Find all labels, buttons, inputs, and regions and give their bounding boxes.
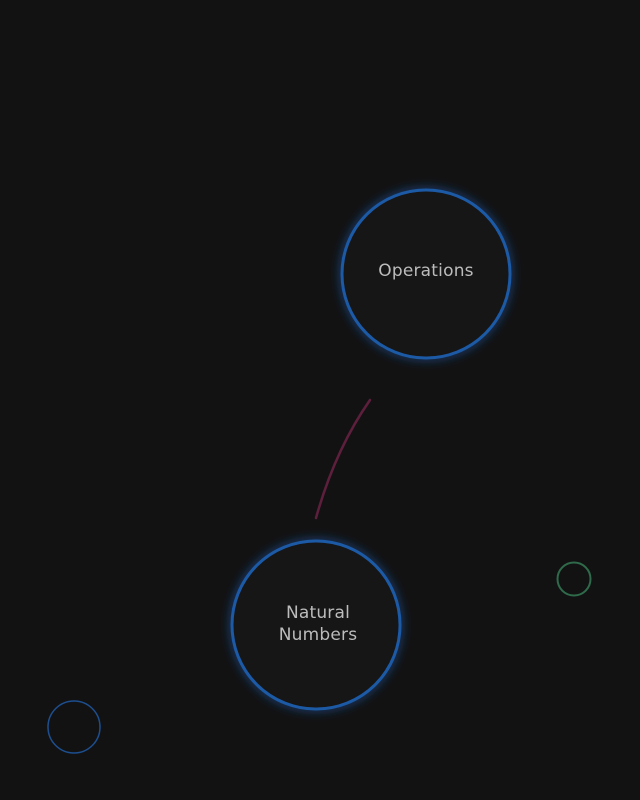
graph-edge[interactable] <box>314 398 372 520</box>
node-natural-numbers-label-line1: Natural <box>286 603 350 623</box>
node-unlabeled-green-ring <box>556 561 592 597</box>
graph-svg: Operations Natural Numbers <box>47 188 592 754</box>
node-unlabeled-blue[interactable] <box>47 700 101 754</box>
graph-canvas[interactable]: Operations Natural Numbers <box>0 0 640 800</box>
node-operations[interactable]: Operations <box>340 188 512 360</box>
node-natural-numbers-label-line2: Numbers <box>279 625 358 645</box>
node-natural-numbers[interactable]: Natural Numbers <box>230 539 402 711</box>
node-unlabeled-green[interactable] <box>556 561 592 597</box>
node-unlabeled-blue-ring <box>47 700 101 754</box>
node-operations-label: Operations <box>378 261 473 281</box>
